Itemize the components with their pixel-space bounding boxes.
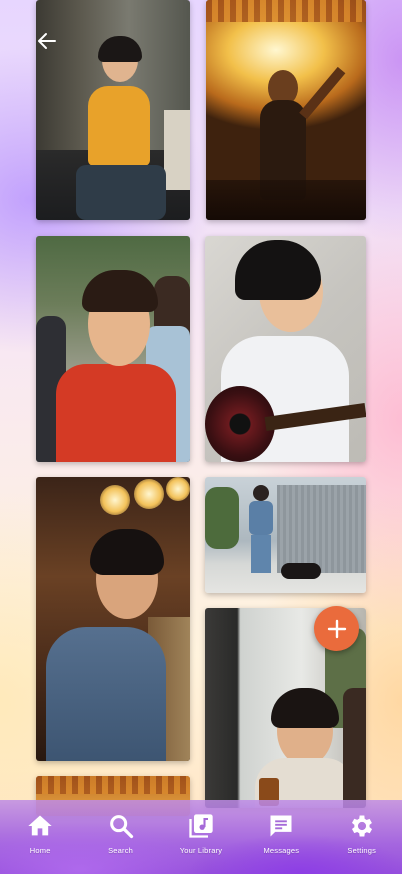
- add-button[interactable]: [314, 606, 359, 651]
- photo-concert-crowd-raised-arm[interactable]: [206, 0, 366, 220]
- message-icon: [270, 815, 292, 837]
- photo-woman-playing-guitar[interactable]: [205, 236, 366, 462]
- photo-woman-red-shirt-smiling[interactable]: [36, 236, 190, 462]
- nav-item-messages[interactable]: Messages: [246, 812, 316, 855]
- nav-item-library[interactable]: Your Library: [166, 812, 236, 855]
- photo-woman-bar-denim-jacket[interactable]: [36, 477, 190, 761]
- nav-label-home: Home: [29, 846, 51, 855]
- home-icon: [28, 815, 52, 836]
- nav-label-settings: Settings: [347, 846, 377, 855]
- nav-item-home[interactable]: Home: [5, 812, 75, 855]
- nav-label-messages: Messages: [263, 846, 300, 855]
- nav-label-search: Search: [108, 846, 134, 855]
- nav-item-search[interactable]: Search: [86, 812, 156, 855]
- gear-icon: [351, 815, 372, 837]
- back-button[interactable]: [32, 26, 62, 56]
- nav-label-library: Your Library: [179, 846, 223, 855]
- photo-woman-walking-dog[interactable]: [205, 477, 366, 593]
- library-icon: [189, 814, 213, 838]
- bottom-nav: Home Search Your Library Messages Settin…: [0, 800, 402, 874]
- nav-item-settings[interactable]: Settings: [327, 812, 397, 855]
- search-icon: [109, 815, 133, 839]
- arrow-left-icon: [38, 33, 56, 49]
- plus-icon: [327, 619, 346, 638]
